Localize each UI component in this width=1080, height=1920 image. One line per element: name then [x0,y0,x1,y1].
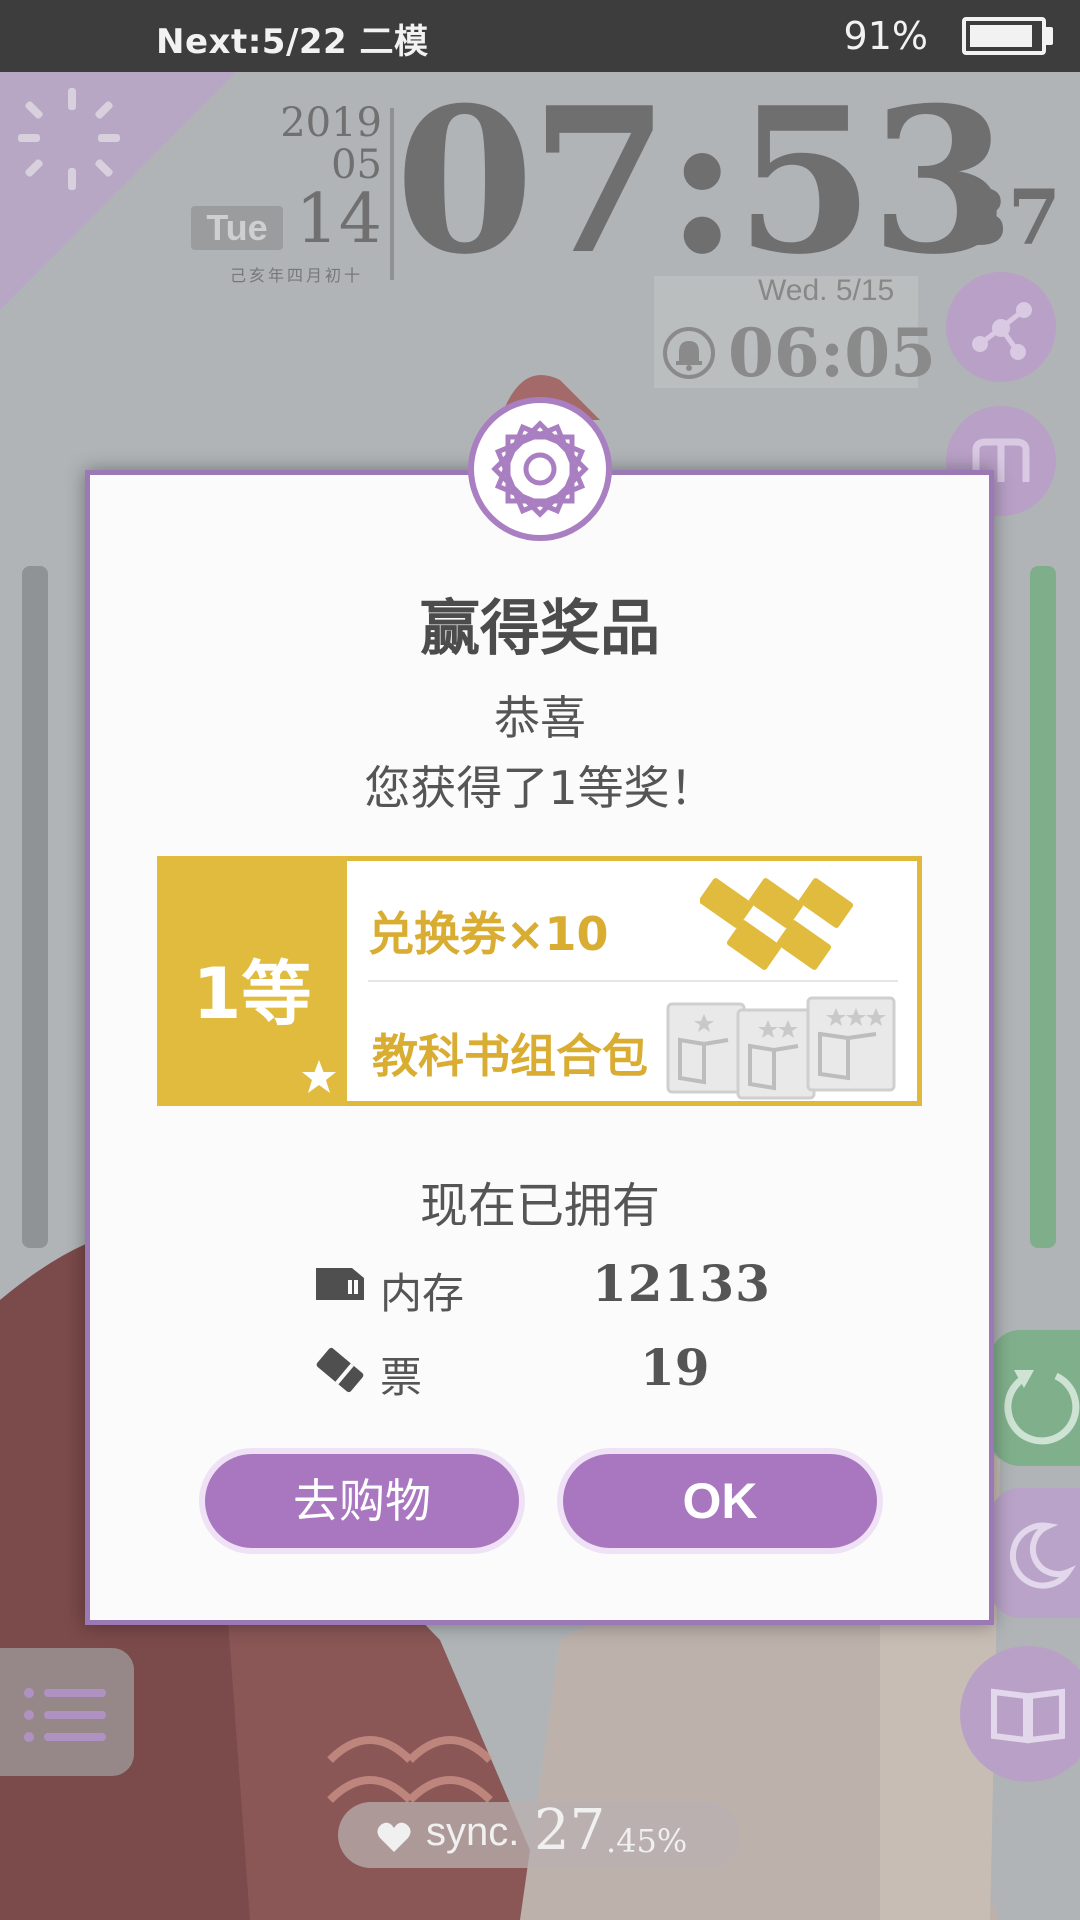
clock-seconds: 37 [955,173,1061,262]
refresh-button[interactable] [990,1330,1080,1466]
memory-card-icon [316,1268,364,1300]
left-progress-bar [22,566,48,1248]
date-column: 2019 05 14 [270,102,382,254]
prize-item-textbooks: 教科书组合包 [372,1029,648,1083]
battery-fill [970,25,1032,47]
book-icon [991,1688,1065,1744]
share-button[interactable] [946,272,1056,382]
sync-label: sync. [426,1810,520,1854]
weekday-badge: Tue [191,206,283,250]
date-year: 2019 [280,100,382,146]
battery-icon [962,17,1046,55]
prize-rank: 1等 [192,953,312,1035]
textbooks-image [666,996,896,1100]
bell-icon [663,327,715,379]
refresh-icon [1004,1370,1080,1445]
battery-percent: 91% [843,14,928,58]
menu-button[interactable] [0,1648,134,1776]
tickets-image [700,878,854,970]
battery-tip [1046,27,1053,45]
owned-title: 现在已拥有 [419,1178,660,1234]
memory-label: 内存 [380,1269,465,1318]
prize-message: 您获得了1等奖！ [364,761,716,815]
sync-percent: .45% [606,1822,688,1860]
night-mode-button[interactable] [990,1488,1080,1618]
heart-icon [377,1822,411,1852]
right-progress-bar [1030,566,1056,1248]
ticket-value: 19 [640,1338,710,1397]
alarm-date: Wed. 5/15 [758,274,895,307]
go-shopping-button[interactable]: 去购物 [205,1454,519,1548]
clock-divider [390,108,394,280]
book-button[interactable] [960,1646,1080,1782]
prize-divider [368,980,898,982]
date-day: 14 [295,180,382,259]
flower-emblem-icon [491,420,589,518]
emblem-badge [468,397,612,541]
clock-time: 07:53 [395,64,1009,299]
ok-button[interactable]: OK [563,1454,877,1548]
moon-icon [1009,1522,1077,1589]
alarm-time: 06:05 [728,314,937,392]
sync-value: 27 [534,1798,606,1863]
status-bar: Next:5/22 二模 91% [0,0,1080,72]
memory-value: 12133 [592,1254,771,1313]
lunar-date: 己亥年四月初十 [230,266,364,285]
congrats-text: 恭喜 [494,691,586,745]
prize-item-vouchers: 兑换券×10 [368,907,609,961]
ticket-label: 票 [380,1353,423,1402]
ticket-icon [316,1347,364,1393]
next-exam-text: Next:5/22 二模 [156,22,429,62]
star-icon [302,1060,336,1093]
share-icon [972,302,1032,360]
dialog-title: 赢得奖品 [420,594,660,664]
